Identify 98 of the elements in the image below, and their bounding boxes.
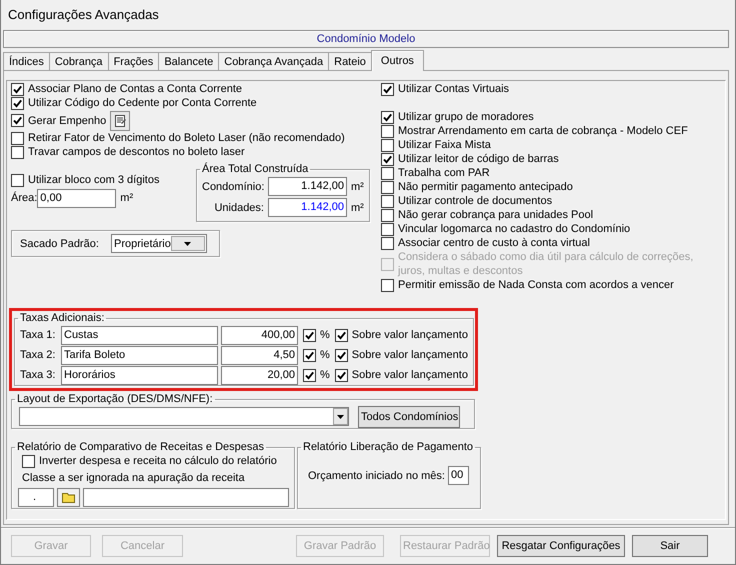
checkbox-label: Inverter despesa e receita no cálculo do relatório bbox=[39, 454, 277, 468]
group-title: Relatório Liberação de Pagamento bbox=[302, 440, 474, 454]
text-field[interactable]: 400,00 bbox=[221, 326, 298, 344]
checkbox[interactable] bbox=[11, 114, 24, 127]
checkbox-label: Considera o sábado como dia útil para cálculo de correções, juros, multas e descontos bbox=[398, 250, 694, 278]
button[interactable]: Sair bbox=[632, 535, 708, 557]
field-label: Sacado Padrão: bbox=[20, 238, 99, 250]
tab[interactable]: Outros bbox=[370, 50, 424, 71]
checkbox-label: Sobre valor lançamento bbox=[352, 328, 468, 342]
options-button[interactable] bbox=[110, 110, 130, 130]
export-layout-dropdown[interactable] bbox=[19, 407, 349, 426]
checkbox[interactable] bbox=[303, 348, 316, 362]
checkbox-label: Trabalha com PAR bbox=[398, 166, 490, 180]
checkbox[interactable] bbox=[381, 138, 394, 152]
checkbox-label: Não permitir pagamento antecipado bbox=[398, 180, 573, 194]
document-icon bbox=[113, 114, 128, 128]
checkbox[interactable] bbox=[381, 194, 394, 208]
percent-label: % bbox=[320, 329, 330, 341]
checkbox-label: Retirar Fator de Vencimento do Boleto Laser (não recomendado) bbox=[28, 131, 345, 145]
text-field[interactable]: 00 bbox=[448, 466, 469, 485]
text-field[interactable] bbox=[83, 488, 289, 507]
unit-label: m² bbox=[120, 192, 134, 204]
checkbox-label: Sobre valor lançamento bbox=[352, 368, 468, 382]
folder-icon bbox=[62, 492, 76, 503]
field-label: Taxa 1: bbox=[20, 329, 56, 341]
unit-label: m² bbox=[351, 202, 364, 214]
checkbox-label: Permitir emissão de Nada Consta com acordos a vencer bbox=[398, 278, 674, 292]
checkbox-label: Travar campos de descontos no boleto laser bbox=[28, 145, 245, 159]
checkbox[interactable] bbox=[11, 174, 24, 186]
checkbox[interactable] bbox=[11, 96, 24, 110]
group-title: Relatório de Comparativo de Receitas e Despesas bbox=[16, 440, 266, 454]
tab[interactable]: Frações bbox=[108, 52, 160, 70]
checkbox[interactable] bbox=[334, 328, 348, 342]
checkbox[interactable] bbox=[381, 152, 394, 166]
percent-label: % bbox=[320, 349, 330, 361]
checkbox-label: Sobre valor lançamento bbox=[352, 348, 468, 362]
checkbox[interactable] bbox=[334, 368, 348, 382]
checkbox-label: Utilizar Faixa Mista bbox=[398, 138, 491, 152]
checkbox[interactable] bbox=[381, 110, 394, 124]
button[interactable]: Resgatar Configurações bbox=[497, 535, 625, 557]
text-field[interactable]: 1.142,00 bbox=[268, 177, 347, 196]
tab[interactable]: Índices bbox=[3, 52, 50, 70]
checkbox-label: Vincular logomarca no cadastro do Condomínio bbox=[398, 222, 630, 236]
checkbox[interactable] bbox=[11, 146, 24, 158]
sacado-dropdown[interactable]: Proprietário bbox=[111, 234, 207, 253]
window-title: Configurações Avançadas bbox=[7, 6, 160, 24]
checkbox-label: Gerar Empenho bbox=[28, 114, 106, 128]
field-label: Condomínio: bbox=[202, 180, 264, 192]
group-title: Área Total Construída bbox=[201, 162, 310, 176]
checkbox-label: Utilizar Código do Cedente por Conta Corrente bbox=[28, 96, 257, 110]
checkbox-label: Utilizar bloco com 3 dígitos bbox=[28, 173, 160, 187]
checkbox[interactable] bbox=[303, 328, 316, 342]
field-label: Classe a ser ignorada na apuração da receita bbox=[22, 471, 246, 486]
text-field[interactable]: Tarifa Boleto bbox=[61, 346, 218, 364]
field-label: Taxa 3: bbox=[20, 369, 56, 381]
button[interactable]: Todos Condomínios bbox=[358, 406, 460, 428]
field-label: Orçamento iniciado no mês: bbox=[308, 470, 445, 482]
checkbox-label: Associar Plano de Contas a Conta Corrente bbox=[28, 82, 242, 96]
text-field[interactable]: 1.142,00 bbox=[268, 198, 347, 217]
checkbox-label: Utilizar leitor de código de barras bbox=[398, 152, 559, 166]
header-title: Condomínio Modelo bbox=[3, 30, 729, 48]
checkbox[interactable] bbox=[303, 368, 316, 382]
checkbox-label: Utilizar Contas Virtuais bbox=[398, 82, 510, 96]
checkbox[interactable] bbox=[11, 82, 24, 96]
checkbox[interactable] bbox=[381, 166, 394, 180]
group-title: Layout de Exportação (DES/DMS/NFE): bbox=[16, 392, 214, 406]
checkbox[interactable] bbox=[381, 236, 394, 250]
checkbox[interactable] bbox=[381, 208, 394, 222]
field-label: Unidades: bbox=[213, 202, 264, 214]
dropdown-arrow-icon bbox=[184, 242, 192, 246]
checkbox[interactable] bbox=[381, 180, 394, 194]
checkbox-label: Mostrar Arrendamento em carta de cobrança - Modelo CEF bbox=[398, 124, 688, 138]
checkbox-label: Utilizar controle de documentos bbox=[398, 194, 552, 208]
group-title: Taxas Adicionais: bbox=[19, 311, 106, 325]
text-field[interactable]: . bbox=[18, 488, 54, 507]
tab[interactable]: Cobrança Avançada bbox=[218, 52, 330, 70]
checkbox-label: Não gerar cobrança para unidades Pool bbox=[398, 208, 594, 222]
text-field[interactable]: 0,00 bbox=[37, 188, 116, 208]
checkbox-label: Utilizar grupo de moradores bbox=[398, 110, 534, 124]
unit-label: m² bbox=[351, 180, 364, 192]
text-field[interactable]: 20,00 bbox=[221, 366, 298, 384]
text-field[interactable]: Custas bbox=[61, 326, 218, 344]
checkbox[interactable] bbox=[381, 124, 394, 138]
checkbox[interactable] bbox=[381, 82, 394, 96]
tab[interactable]: Cobrança bbox=[48, 52, 109, 70]
field-label: Taxa 2: bbox=[20, 349, 56, 361]
dropdown-arrow-icon bbox=[337, 414, 344, 418]
text-field[interactable]: 4,50 bbox=[221, 346, 298, 364]
checkbox[interactable] bbox=[11, 132, 24, 144]
text-field[interactable]: Hororários bbox=[61, 366, 218, 384]
checkbox-label: Associar centro de custo à conta virtual bbox=[398, 236, 590, 250]
checkbox[interactable] bbox=[334, 348, 348, 362]
checkbox[interactable] bbox=[381, 278, 394, 292]
checkbox[interactable] bbox=[22, 454, 35, 468]
checkbox[interactable] bbox=[381, 222, 394, 236]
field-label: Área: bbox=[11, 192, 38, 204]
folder-button[interactable] bbox=[57, 488, 80, 507]
percent-label: % bbox=[320, 369, 330, 381]
